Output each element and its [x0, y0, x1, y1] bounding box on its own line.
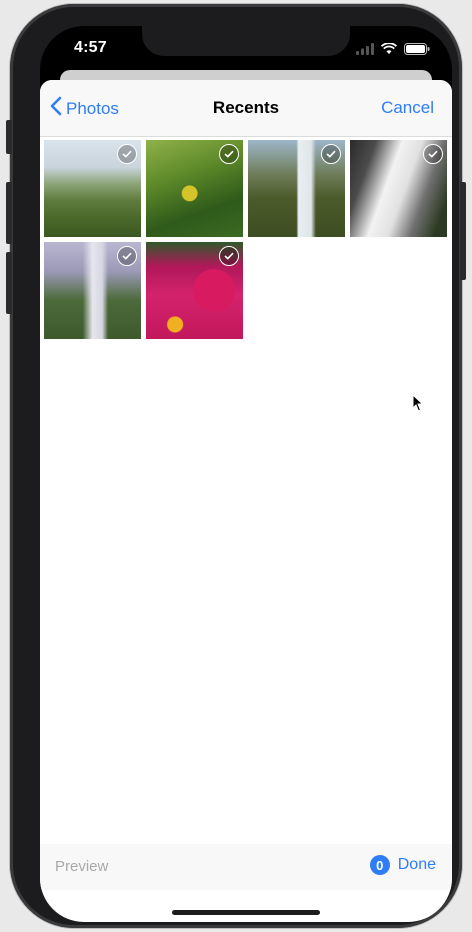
wifi-icon	[380, 42, 398, 60]
mouse-cursor-icon	[412, 393, 424, 417]
status-time: 4:57	[74, 39, 107, 56]
preview-button[interactable]: Preview	[55, 858, 108, 875]
home-indicator[interactable]	[172, 910, 320, 915]
photo-thumbnail-waterfall-cliffs[interactable]	[248, 140, 345, 237]
side-button-silent	[6, 120, 12, 154]
battery-icon	[404, 42, 430, 60]
selection-count-badge: 0	[369, 855, 390, 875]
cancel-button[interactable]: Cancel	[381, 98, 434, 118]
photo-thumbnail-yellow-flower[interactable]	[146, 140, 243, 237]
checkmark-icon[interactable]	[321, 144, 341, 164]
side-button-volume-up	[6, 182, 12, 244]
bottom-toolbar: Preview 0 Done	[40, 844, 452, 890]
photo-thumbnail-hillside-meadow[interactable]	[44, 140, 141, 237]
done-group: 0 Done	[369, 855, 436, 875]
screen: 4:57 Photos Recents Cancel Preview 0 Don…	[40, 26, 452, 922]
photo-thumbnail-waterfall-rocks[interactable]	[350, 140, 447, 237]
photo-thumbnail-tall-waterfall[interactable]	[44, 242, 141, 339]
side-button-volume-down	[6, 252, 12, 314]
checkmark-icon[interactable]	[117, 246, 137, 266]
photo-thumbnail-pink-flowers[interactable]	[146, 242, 243, 339]
checkmark-icon[interactable]	[219, 144, 239, 164]
phone-frame: 4:57 Photos Recents Cancel Preview 0 Don…	[6, 4, 466, 928]
checkmark-icon[interactable]	[117, 144, 137, 164]
signal-icon	[356, 42, 374, 60]
side-button-power	[460, 182, 466, 280]
notch	[142, 26, 350, 56]
done-button[interactable]: Done	[398, 856, 436, 874]
checkmark-icon[interactable]	[219, 246, 239, 266]
status-icons	[356, 42, 430, 60]
photo-picker-sheet: Photos Recents Cancel Preview 0 Done	[40, 80, 452, 922]
checkmark-icon[interactable]	[423, 144, 443, 164]
navigation-bar: Photos Recents Cancel	[40, 80, 452, 137]
photo-grid	[44, 140, 448, 339]
